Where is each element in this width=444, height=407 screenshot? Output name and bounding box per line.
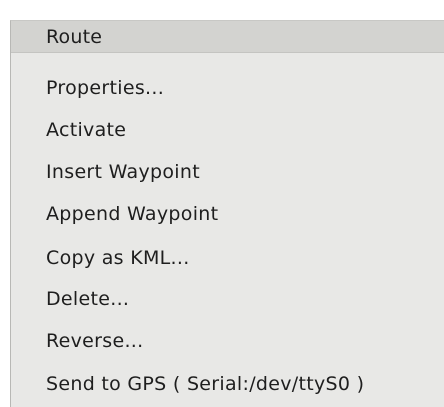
- menu-item-copy-as-kml[interactable]: Copy as KML...: [11, 239, 444, 281]
- route-context-menu: Route Properties... Activate Insert Wayp…: [10, 20, 444, 407]
- menu-title-bar: Route: [11, 21, 444, 53]
- menu-item-reverse[interactable]: Reverse...: [11, 322, 444, 364]
- menu-item-append-waypoint[interactable]: Append Waypoint: [11, 195, 444, 237]
- menu-item-label: Reverse...: [46, 330, 144, 352]
- menu-title: Route: [46, 26, 103, 48]
- menu-item-activate[interactable]: Activate: [11, 111, 444, 153]
- menu-item-send-to-gps[interactable]: Send to GPS ( Serial:/dev/ttyS0 ): [11, 365, 444, 407]
- menu-item-delete[interactable]: Delete...: [11, 280, 444, 322]
- menu-item-properties[interactable]: Properties...: [11, 69, 444, 111]
- menu-item-label: Properties...: [46, 77, 165, 99]
- menu-item-label: Activate: [46, 119, 127, 141]
- menu-item-label: Append Waypoint: [46, 203, 219, 225]
- menu-item-label: Send to GPS ( Serial:/dev/ttyS0 ): [46, 373, 365, 395]
- menu-item-label: Insert Waypoint: [46, 161, 200, 183]
- menu-item-insert-waypoint[interactable]: Insert Waypoint: [11, 153, 444, 195]
- menu-item-label: Copy as KML...: [46, 247, 190, 269]
- menu-item-label: Delete...: [46, 288, 130, 310]
